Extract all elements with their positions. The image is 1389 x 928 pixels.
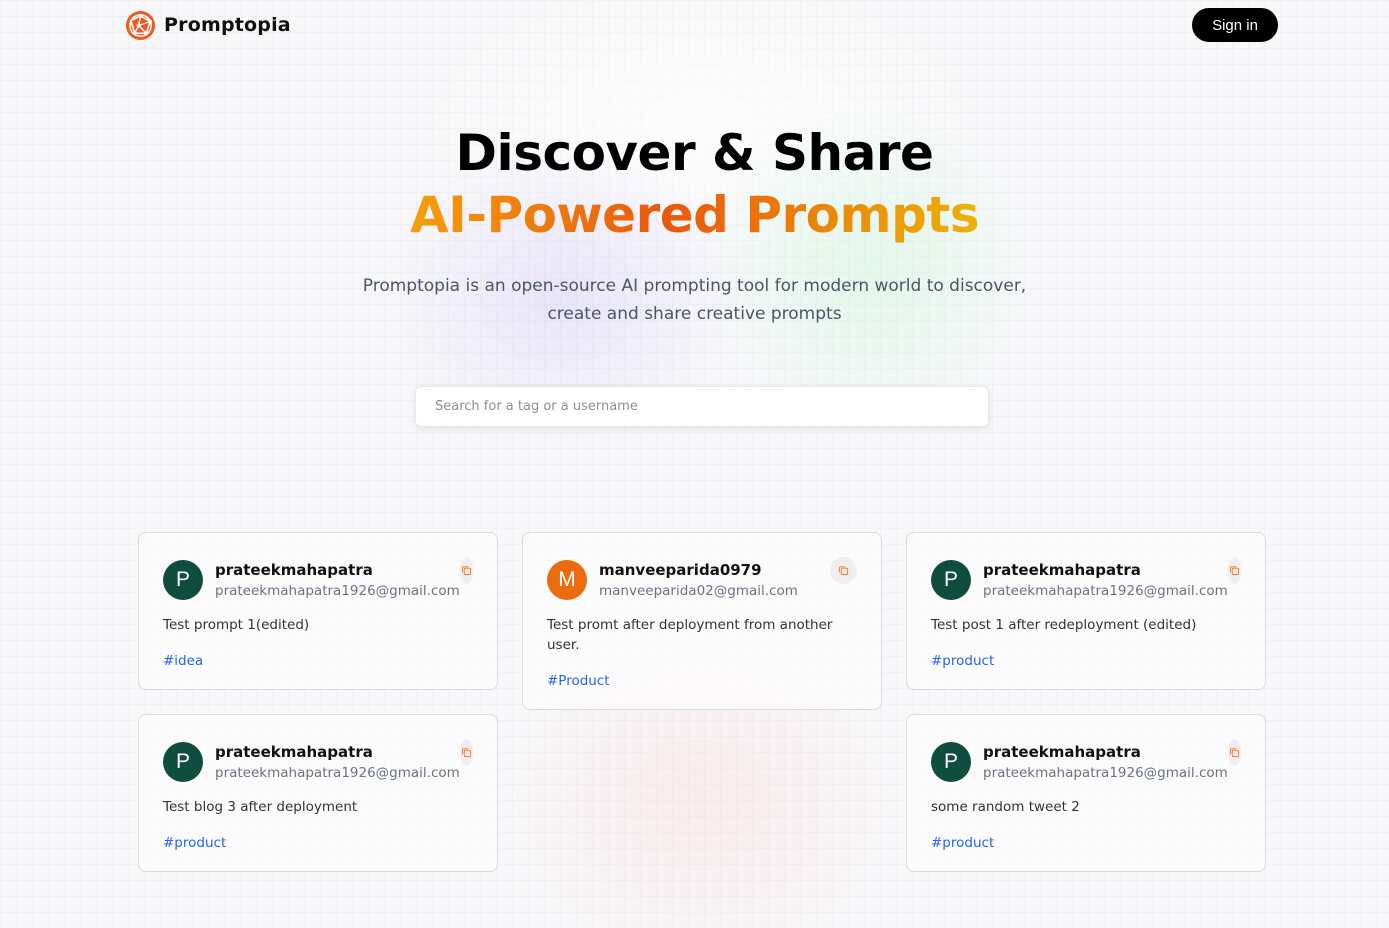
navbar: Promptopia Sign in	[125, 8, 1278, 42]
copy-icon	[1229, 566, 1239, 576]
prompt-tag[interactable]: #Product	[547, 671, 610, 691]
copy-icon	[838, 566, 849, 576]
user-info: prateekmahapatra prateekmahapatra1926@gm…	[215, 741, 460, 783]
copy-button[interactable]	[459, 739, 473, 766]
prompt-text: Test post 1 after redeployment (edited)	[931, 617, 1197, 633]
prompt-text: Test blog 3 after deployment	[163, 799, 358, 815]
user-email: prateekmahapatra1926@gmail.com	[983, 765, 1228, 781]
copy-button[interactable]	[1227, 557, 1241, 584]
avatar[interactable]: P	[931, 742, 971, 782]
prompt-card: P prateekmahapatra prateekmahapatra1926@…	[906, 714, 1266, 872]
hero-title-line2-wrapper: AI-Powered Prompts	[0, 184, 1389, 246]
user-email: prateekmahapatra1926@gmail.com	[983, 583, 1228, 599]
logo-icon	[125, 10, 156, 40]
prompt-tag[interactable]: #product	[931, 651, 994, 671]
prompt-text: some random tweet 2	[931, 799, 1080, 815]
card-header: P prateekmahapatra prateekmahapatra1926@…	[931, 557, 1241, 601]
prompt-text: Test promt after deployment from another…	[547, 617, 833, 653]
prompt-tag[interactable]: #idea	[163, 651, 203, 671]
username[interactable]: prateekmahapatra	[983, 559, 1228, 581]
avatar-initial: P	[175, 750, 190, 773]
copy-button[interactable]	[830, 557, 857, 584]
hero-subtitle: Promptopia is an open-source AI promptin…	[362, 276, 1027, 324]
avatar[interactable]: P	[163, 742, 203, 782]
search-form	[415, 386, 989, 427]
prompt-tag[interactable]: #product	[163, 833, 226, 853]
sign-in-button[interactable]: Sign in	[1192, 8, 1278, 42]
avatar-initial: P	[943, 568, 958, 591]
card-header: P prateekmahapatra prateekmahapatra1926@…	[163, 739, 473, 783]
card-header: M manveeparida0979 manveeparida02@gmail.…	[547, 557, 857, 601]
avatar[interactable]: P	[163, 560, 203, 600]
hero-title: Discover & Share AI-Powered Prompts	[0, 122, 1389, 246]
user-info: prateekmahapatra prateekmahapatra1926@gm…	[215, 559, 460, 601]
copy-icon	[461, 566, 471, 576]
hero: Discover & Share AI-Powered Prompts Prom…	[0, 122, 1389, 328]
user-email: manveeparida02@gmail.com	[599, 583, 798, 599]
avatar[interactable]: M	[547, 560, 587, 600]
username[interactable]: prateekmahapatra	[215, 741, 460, 763]
prompt-card: P prateekmahapatra prateekmahapatra1926@…	[138, 532, 498, 690]
user-email: prateekmahapatra1926@gmail.com	[215, 765, 460, 781]
brand-link[interactable]: Promptopia	[125, 10, 291, 41]
avatar[interactable]: P	[931, 560, 971, 600]
page: Promptopia Sign in Discover & Share AI-P…	[0, 0, 1389, 928]
prompt-card: M manveeparida0979 manveeparida02@gmail.…	[522, 532, 882, 710]
copy-button[interactable]	[1227, 739, 1241, 766]
prompt-card: P prateekmahapatra prateekmahapatra1926@…	[906, 532, 1266, 690]
username[interactable]: prateekmahapatra	[983, 741, 1228, 763]
avatar-initial: P	[943, 750, 958, 773]
card-header: P prateekmahapatra prateekmahapatra1926@…	[931, 739, 1241, 783]
hero-title-line1: Discover & Share	[455, 124, 934, 182]
copy-icon	[1229, 748, 1239, 758]
card-header: P prateekmahapatra prateekmahapatra1926@…	[163, 557, 473, 601]
user-info: prateekmahapatra prateekmahapatra1926@gm…	[983, 559, 1228, 601]
copy-icon	[461, 748, 471, 758]
user-info: prateekmahapatra prateekmahapatra1926@gm…	[983, 741, 1228, 783]
brand-name: Promptopia	[164, 14, 291, 36]
username[interactable]: prateekmahapatra	[215, 559, 460, 581]
prompt-text: Test prompt 1(edited)	[163, 617, 310, 633]
user-info: manveeparida0979 manveeparida02@gmail.co…	[599, 559, 830, 601]
avatar-initial: M	[558, 568, 576, 591]
search-input[interactable]	[415, 386, 989, 427]
prompt-card: P prateekmahapatra prateekmahapatra1926@…	[138, 714, 498, 872]
avatar-initial: P	[175, 568, 190, 591]
user-email: prateekmahapatra1926@gmail.com	[215, 583, 460, 599]
copy-button[interactable]	[459, 557, 473, 584]
username[interactable]: manveeparida0979	[599, 559, 830, 581]
hero-title-line2: AI-Powered Prompts	[409, 186, 980, 244]
prompt-tag[interactable]: #product	[931, 833, 994, 853]
